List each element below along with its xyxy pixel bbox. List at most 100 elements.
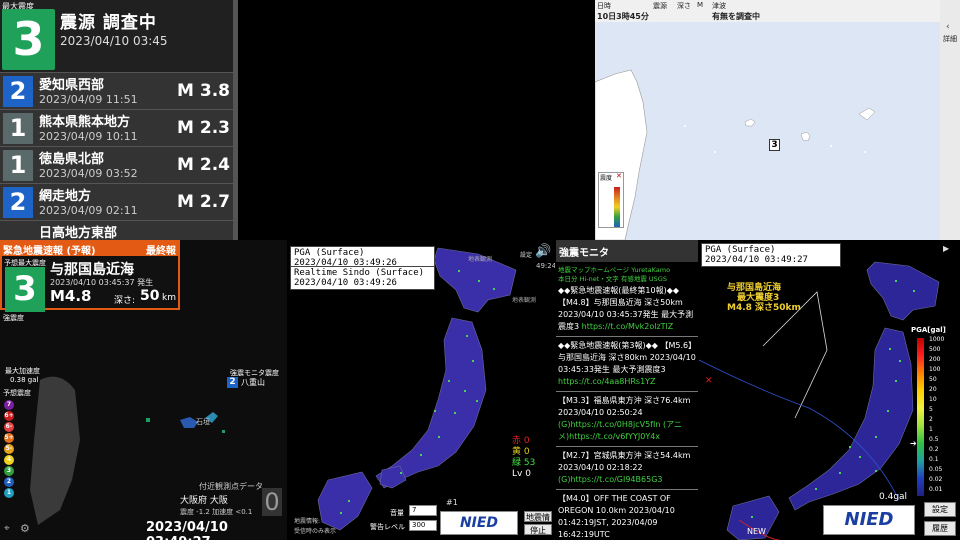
epicenter-map-panel: 日時 10日3時45分 震源 深さ M 津波 有無を調査中 3 震度 ✕ ‹ 詳… xyxy=(594,0,960,241)
list-scrollbar[interactable] xyxy=(233,0,238,240)
nied-logo: NIED xyxy=(440,511,518,535)
station-dot xyxy=(400,472,402,474)
station-dot xyxy=(493,288,495,290)
station-dot xyxy=(839,472,841,474)
earthquake-list-panel: 最大震度 3 震源 調査中 2023/04/10 03:45 2 愛知県西部 202… xyxy=(0,0,238,240)
volume-select[interactable]: 7 xyxy=(409,505,437,516)
gear-icon[interactable]: ⚙ xyxy=(20,522,30,535)
play-icon[interactable]: ▶ xyxy=(943,244,949,253)
feed-item-link[interactable]: (G)https://t.co/0H8jcV5fIn (アニメ)https://… xyxy=(558,420,682,441)
station-dot xyxy=(815,488,817,490)
quake-list-row[interactable]: 2 愛知県西部 2023/04/09 11:51 M 3.8 xyxy=(0,72,238,109)
predicted-intensity-label: 予想震度 xyxy=(3,389,31,397)
feed-item-link[interactable]: https://t.co/4aa8HRs1YZ xyxy=(558,377,656,386)
nearby-station: 大阪府 大阪 xyxy=(180,496,228,506)
locate-icon[interactable]: ⌖ xyxy=(4,523,10,534)
quake-info-button[interactable]: 地震情報 xyxy=(524,511,552,533)
stop-button[interactable]: 停止 xyxy=(524,524,552,535)
scale-item: 6+ xyxy=(4,411,14,421)
row-magnitude: M 2.4 xyxy=(177,155,230,175)
eew-status-bar: 緊急地震速報 (予報) 最終報 xyxy=(0,240,180,257)
pga-scale-label: 500 xyxy=(929,346,941,353)
row-intensity-badge: 2 xyxy=(3,76,33,107)
sindo-info-box: Realtime Sindo (Surface) 2023/04/10 03:4… xyxy=(290,266,435,290)
row-magnitude: M 2.3 xyxy=(177,118,230,138)
station-dot xyxy=(434,410,436,412)
detail-label[interactable]: 詳細 xyxy=(940,34,960,44)
legend-color-bar xyxy=(614,187,620,227)
time-column-label: 日時 xyxy=(597,2,611,10)
quake-info-label: 地震情報: xyxy=(294,518,321,525)
eew-card[interactable]: 予想最大震度 3 与那国島近海 2023/04/10 03:45:37 発生 M… xyxy=(0,256,180,312)
station-dot xyxy=(340,512,342,514)
alarm-level-label: 警告レベル xyxy=(370,523,405,531)
eew-magnitude: M4.8 xyxy=(50,287,92,305)
pga-scale-label: 1 xyxy=(929,426,933,433)
station-dot xyxy=(899,360,901,362)
clock-value: 49:24 xyxy=(536,262,555,270)
feed-item[interactable]: 【M4.0】OFF THE COAST OF OREGON 10.0km 202… xyxy=(556,490,698,540)
eew-intensity-badge: 3 xyxy=(5,267,45,312)
settings-label[interactable]: 設定 xyxy=(520,250,532,259)
feed-item[interactable]: 【M3.3】福島県東方沖 深さ76.4km 2023/04/10 02:50:2… xyxy=(556,392,698,447)
feed-item[interactable]: 【M2.7】宮城県東方沖 深さ54.4km 2023/04/10 02:18:2… xyxy=(556,447,698,490)
latest-quake-header[interactable]: 最大震度 3 震源 調査中 2023/04/10 03:45 xyxy=(0,0,238,72)
pga-map-panel: PGA (Surface) 2023/04/10 03:49:27 与那国島近海… xyxy=(699,240,960,540)
pga-scale-label: 100 xyxy=(929,366,941,373)
speaker-icon[interactable]: 🔊 xyxy=(535,244,551,259)
latest-intensity-badge: 3 xyxy=(2,9,55,70)
pga-scale-label: 50 xyxy=(929,376,937,383)
station-dot xyxy=(887,410,889,412)
time-column-value: 10日3時45分 xyxy=(597,12,649,21)
feed-item[interactable]: ◆◆緊急地震速報(最終第10報)◆◆ 【M4.8】与那国島近海 深さ50km 2… xyxy=(556,282,698,337)
realtime-map-panel: PGA (Surface) 2023/04/10 03:49:26 Realti… xyxy=(288,240,555,540)
feed-item[interactable]: ◆◆緊急地震速報(第3報)◆◆ 【M5.6】与那国島近海 深さ80km 2023… xyxy=(556,337,698,392)
feed-item-text: 【M2.7】宮城県東方沖 深さ54.4km 2023/04/10 02:18:2… xyxy=(558,451,691,472)
history-button[interactable]: 履歴 xyxy=(924,521,956,536)
station-dot xyxy=(859,456,861,458)
epicenter-marker[interactable]: 3 xyxy=(769,139,780,151)
station-dot xyxy=(875,436,877,438)
monitor-place: 八重山 xyxy=(241,378,265,387)
pga-scale-label: 200 xyxy=(929,356,941,363)
area-label-1: 地表観測 xyxy=(468,256,493,263)
alarm-level-select[interactable]: 300 xyxy=(409,520,437,531)
nearby-data-label: 付近観測点データ xyxy=(199,482,263,491)
quake-list-row[interactable]: 日高地方東部 xyxy=(0,220,238,240)
quake-list-row[interactable]: 2 網走地方 2023/04/09 02:11 M 2.7 xyxy=(0,183,238,220)
volume-label: 音量 xyxy=(390,509,404,517)
settings-button[interactable]: 設定 xyxy=(924,502,956,517)
map-sea[interactable]: 3 震度 ✕ xyxy=(594,22,940,241)
row-place: 徳島県北部 xyxy=(39,152,105,167)
intensity-legend: 震度 ✕ xyxy=(598,172,624,228)
scale-item: 7 xyxy=(4,400,14,410)
row-time: 2023/04/09 03:52 xyxy=(39,167,138,180)
feed-item-text: 【M3.3】福島県東方沖 深さ76.4km 2023/04/10 02:50:2… xyxy=(558,396,691,417)
scale-item: 5+ xyxy=(4,433,14,443)
app-root: 最大震度 3 震源 調査中 2023/04/10 03:45 2 愛知県西部 202… xyxy=(0,0,960,540)
station-dot xyxy=(464,390,466,392)
eew-final-label: 最終報 xyxy=(146,246,176,257)
feed-item-text: 【M4.0】OFF THE COAST OF OREGON 10.0km 202… xyxy=(558,494,675,539)
pga-scale-label: 2 xyxy=(929,416,933,423)
nearby-intensity-box: 0 xyxy=(262,488,282,516)
map-side-panel: ‹ 詳細 xyxy=(940,0,960,240)
feed-item-link[interactable]: https://t.co/Mvk2olzTlZ xyxy=(582,322,674,331)
feed-header: 強震モニタ xyxy=(556,240,698,262)
row-place: 愛知県西部 xyxy=(39,78,105,93)
quake-list-row[interactable]: 1 熊本県熊本地方 2023/04/09 10:11 M 2.3 xyxy=(0,109,238,146)
tsunami-column-value: 有無を調査中 xyxy=(712,12,760,21)
epicenter-column-label: 震源 xyxy=(653,2,667,10)
scale-item: 3 xyxy=(4,466,14,476)
station-dot xyxy=(478,280,480,282)
feed-item-link[interactable]: (G)https://t.co/GI94B65G3 xyxy=(558,475,662,484)
pga-box-title: PGA (Surface) xyxy=(705,245,776,255)
eew-depth-unit: km xyxy=(162,293,176,303)
quake-list-row[interactable]: 1 徳島県北部 2023/04/09 03:52 M 2.4 xyxy=(0,146,238,183)
collapse-icon[interactable]: ‹ xyxy=(946,22,950,32)
legend-close-icon[interactable]: ✕ xyxy=(616,172,622,180)
pga-current-arrow: ➔ xyxy=(910,439,917,448)
pga-box: PGA (Surface) 2023/04/10 03:49:27 xyxy=(701,243,841,267)
station-dot xyxy=(751,516,753,518)
row-place: 日高地方東部 xyxy=(39,226,118,240)
